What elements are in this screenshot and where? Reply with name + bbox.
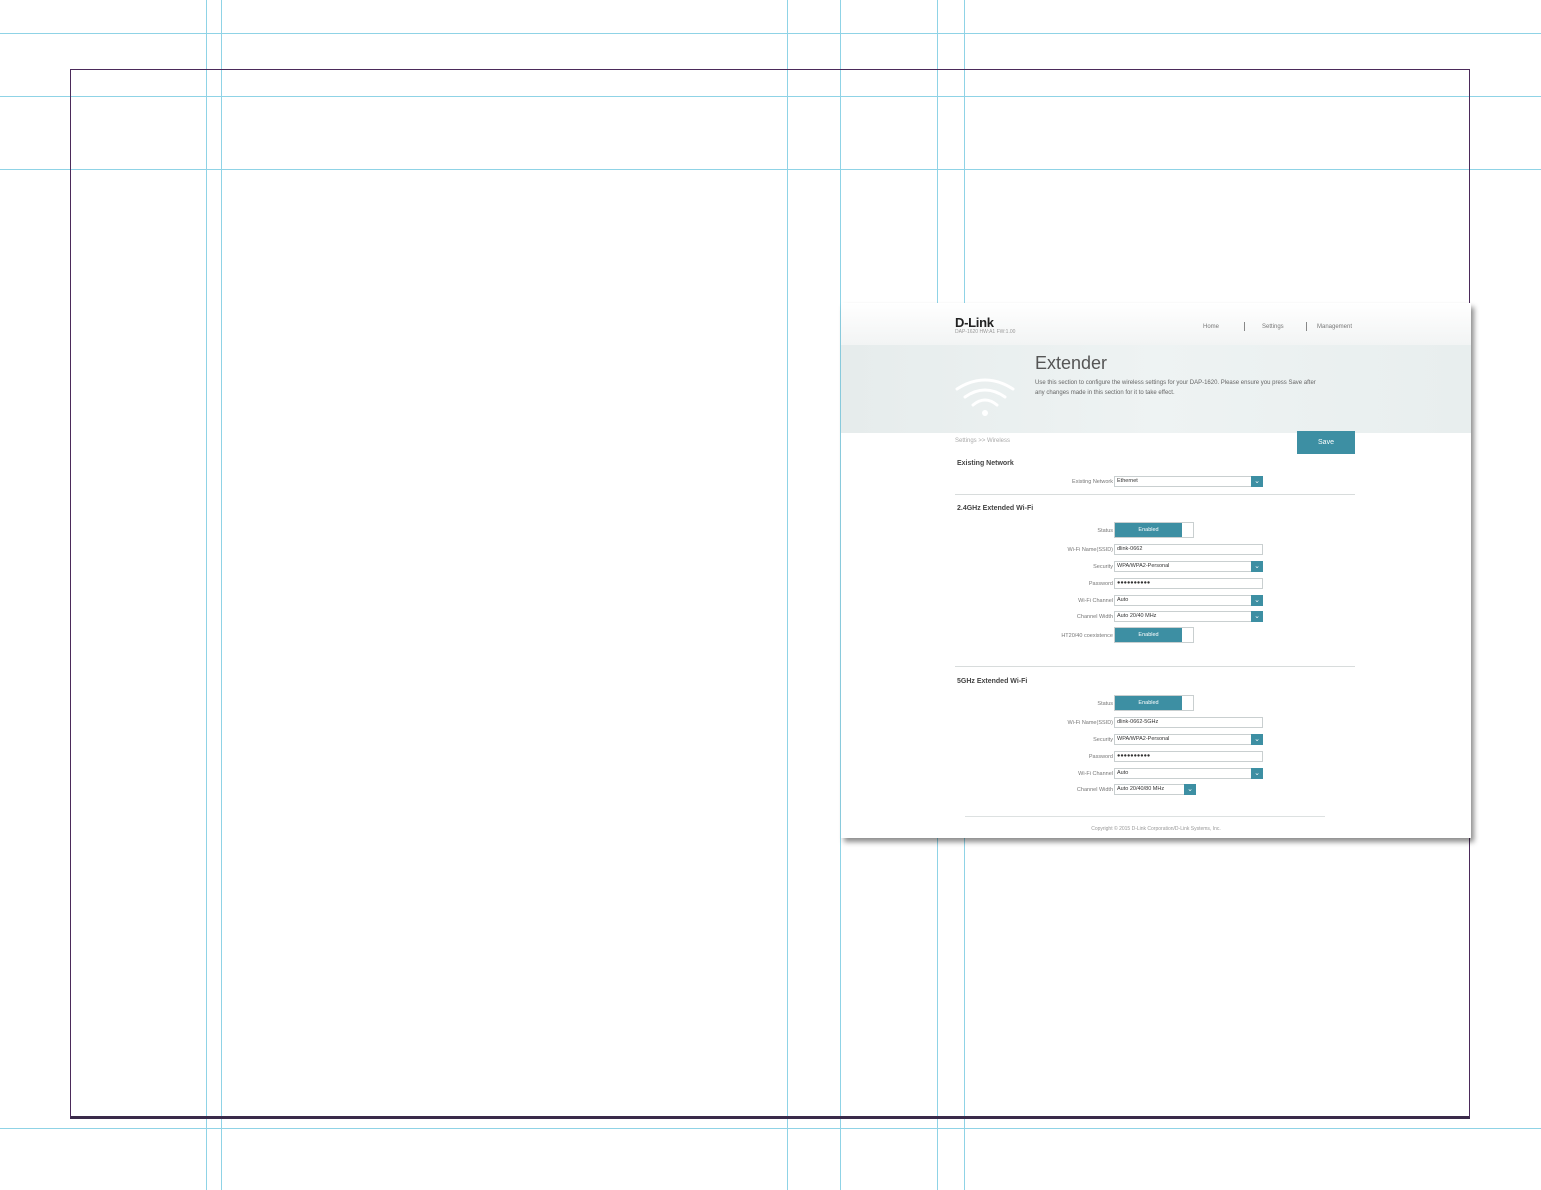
nav-separator	[1306, 322, 1307, 331]
router-screenshot: D-Link DAP-1620 HW:A1 FW:1.00 Home Setti…	[841, 303, 1471, 838]
ssid-input-24ghz[interactable]: dlink-0662	[1114, 544, 1263, 555]
copyright-footer: Copyright © 2015 D-Link Corporation/D-Li…	[1091, 826, 1221, 832]
top-bar: D-Link DAP-1620 HW:A1 FW:1.00 Home Setti…	[841, 303, 1471, 346]
save-button[interactable]: Save	[1297, 431, 1355, 454]
page-title: Extender	[1035, 353, 1108, 373]
security-value: WPA/WPA2-Personal	[1117, 563, 1170, 569]
chevron-down-icon[interactable]: ⌄	[1251, 561, 1263, 572]
chevron-down-icon[interactable]: ⌄	[1251, 476, 1263, 487]
device-info: DAP-1620 HW:A1 FW:1.00	[955, 329, 1016, 335]
nav-management[interactable]: Management	[1317, 324, 1352, 330]
password-input-5ghz[interactable]: ●●●●●●●●●●	[1114, 751, 1263, 762]
coexistence-label: HT20/40 coexistence	[1061, 633, 1113, 639]
channel-width-value: Auto 20/40/80 MHz	[1117, 786, 1165, 792]
chevron-down-icon[interactable]: ⌄	[1251, 611, 1263, 622]
channel-width-select-24ghz[interactable]: Auto 20/40 MHz ⌄	[1114, 611, 1263, 622]
section-divider	[955, 494, 1355, 495]
security-label: Security	[1093, 564, 1113, 570]
channel-width-label: Channel Width	[1076, 614, 1113, 620]
ssid-label: Wi-Fi Name(SSID)	[1067, 720, 1113, 726]
nav-separator	[1244, 322, 1245, 331]
existing-network-select[interactable]: Ethernet ⌄	[1114, 476, 1263, 487]
channel-label: Wi-Fi Channel	[1078, 771, 1113, 777]
page-description: Use this section to configure the wirele…	[1035, 380, 1316, 396]
password-input-24ghz[interactable]: ●●●●●●●●●●	[1114, 578, 1263, 589]
chevron-down-icon[interactable]: ⌄	[1251, 768, 1263, 779]
channel-select-24ghz[interactable]: Auto ⌄	[1114, 595, 1263, 606]
security-value: WPA/WPA2-Personal	[1117, 736, 1170, 742]
security-label: Security	[1093, 737, 1113, 743]
channel-select-5ghz[interactable]: Auto ⌄	[1114, 768, 1263, 779]
ssid-label: Wi-Fi Name(SSID)	[1067, 547, 1113, 553]
channel-width-label: Channel Width	[1076, 787, 1113, 793]
ssid-input-5ghz[interactable]: dlink-0662-5GHz	[1114, 717, 1263, 728]
password-label: Password	[1088, 581, 1113, 587]
coexistence-toggle[interactable]: Enabled	[1114, 627, 1194, 643]
section-divider	[955, 666, 1355, 667]
existing-network-value: Ethernet	[1117, 478, 1138, 484]
existing-network-label: Existing Network	[1072, 479, 1113, 485]
guide-line	[0, 33, 1541, 34]
toggle-on-label: Enabled	[1115, 696, 1182, 710]
nav-home[interactable]: Home	[1203, 324, 1219, 330]
hero-banner: Extender Use this section to configure t…	[841, 345, 1471, 433]
status-toggle-5ghz[interactable]: Enabled	[1114, 695, 1194, 711]
channel-label: Wi-Fi Channel	[1078, 598, 1113, 604]
security-select-5ghz[interactable]: WPA/WPA2-Personal ⌄	[1114, 734, 1263, 745]
status-label: Status	[1097, 701, 1113, 707]
dlink-logo: D-Link	[955, 315, 994, 330]
breadcrumb: Settings >> Wireless	[955, 438, 1011, 444]
chevron-down-icon[interactable]: ⌄	[1184, 784, 1196, 795]
status-label: Status	[1097, 528, 1113, 534]
security-select-24ghz[interactable]: WPA/WPA2-Personal ⌄	[1114, 561, 1263, 572]
section-title-existing: Existing Network	[957, 460, 1014, 467]
toggle-on-label: Enabled	[1115, 628, 1182, 642]
footer-divider	[965, 816, 1325, 817]
section-title-5ghz: 5GHz Extended Wi-Fi	[957, 678, 1028, 685]
wifi-icon	[955, 378, 1015, 416]
chevron-down-icon[interactable]: ⌄	[1251, 734, 1263, 745]
section-title-24ghz: 2.4GHz Extended Wi-Fi	[957, 505, 1034, 512]
channel-width-value: Auto 20/40 MHz	[1117, 613, 1157, 619]
nav-settings[interactable]: Settings	[1262, 324, 1284, 330]
chevron-down-icon[interactable]: ⌄	[1251, 595, 1263, 606]
channel-width-select-5ghz[interactable]: Auto 20/40/80 MHz ⌄	[1114, 784, 1196, 795]
password-label: Password	[1088, 754, 1113, 760]
guide-line	[0, 1128, 1541, 1129]
status-toggle-24ghz[interactable]: Enabled	[1114, 522, 1194, 538]
toggle-on-label: Enabled	[1115, 523, 1182, 537]
channel-value: Auto	[1117, 770, 1129, 776]
channel-value: Auto	[1117, 597, 1129, 603]
